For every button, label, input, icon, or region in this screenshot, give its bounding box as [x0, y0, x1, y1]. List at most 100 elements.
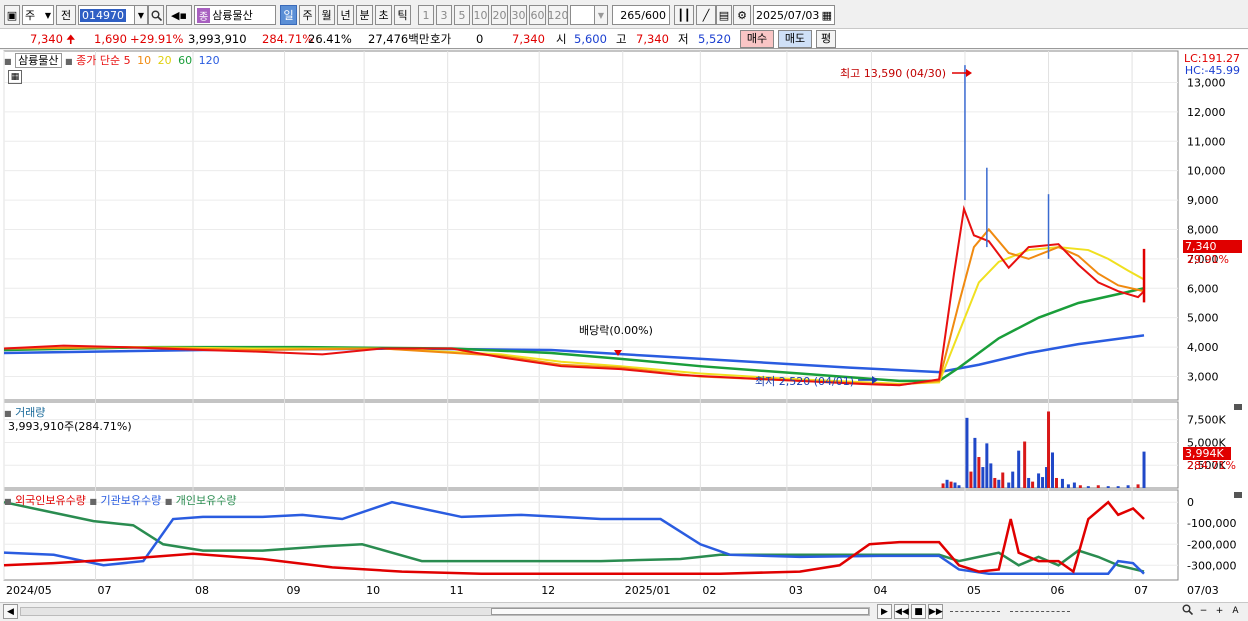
volume-bar — [1116, 486, 1120, 488]
volume-bar — [1096, 485, 1100, 488]
scroll-left-icon[interactable]: ◀ — [3, 604, 18, 619]
x-tick-label: 09 — [287, 584, 301, 597]
volume-bar — [953, 482, 957, 488]
zoom-track[interactable] — [950, 611, 1000, 612]
sell-button[interactable]: 매도 — [778, 30, 812, 48]
trade-amount: 27,476백만 — [368, 32, 430, 46]
timeframe-button-6[interactable]: 틱 — [394, 5, 411, 25]
interval-button-5[interactable]: 30 — [510, 5, 527, 25]
count-field[interactable]: 265/600 — [612, 5, 670, 25]
eval-button[interactable]: 평 — [816, 30, 836, 48]
range-track[interactable] — [1010, 611, 1070, 612]
x-tick-label: 11 — [450, 584, 464, 597]
volume-bar — [1106, 486, 1110, 488]
stock-name-box[interactable]: 종 삼륭물산 — [194, 5, 276, 25]
volume-bar — [997, 479, 1001, 488]
chart-area[interactable]: 2024/05 07 08 09 10 11 12 2025/01 02 03 04 05 06 07 07… — [0, 50, 1248, 602]
current-price: 7,340 — [30, 32, 63, 46]
timeframe-button-2[interactable]: 월 — [318, 5, 335, 25]
price-y-tick: 3,000 — [1187, 370, 1219, 383]
interval-button-7[interactable]: 120 — [548, 5, 569, 25]
holding-legend: ■ 외국인보유수량 ■ 기관보유수량 ■ 개인보유수량 — [4, 492, 237, 508]
price-y-tick: 13,000 — [1187, 76, 1226, 89]
volume-y-tick: 7,500K — [1187, 414, 1226, 427]
search-icon[interactable] — [1180, 604, 1195, 619]
scroll-right-icon[interactable]: ▶ — [877, 604, 892, 619]
gear-icon[interactable]: ⚙ — [733, 5, 751, 25]
timeframe-button-4[interactable]: 분 — [356, 5, 373, 25]
chevron-down-icon: ▼ — [44, 10, 51, 20]
scroll-track[interactable] — [20, 607, 870, 616]
panel-dot-icon: ■ — [89, 497, 97, 506]
x-tick-label: 2024/05 — [6, 584, 52, 597]
ma-line-10 — [3, 227, 1145, 386]
volume-bar — [1041, 477, 1045, 488]
price-y-tick: 4,000 — [1187, 341, 1219, 354]
x-tick-label: 10 — [366, 584, 380, 597]
scroll-thumb[interactable] — [491, 608, 869, 615]
period-type-select[interactable]: 주 ▼ — [22, 5, 54, 25]
panel-dot-icon: ■ — [4, 57, 12, 66]
timeframe-button-5[interactable]: 초 — [375, 5, 392, 25]
current-price-tag: 7,340 — [1183, 240, 1242, 253]
volume-bar — [957, 485, 961, 488]
date-value: 2025/07/03 — [756, 8, 820, 22]
interval-button-1[interactable]: 3 — [436, 5, 452, 25]
draw-tool-icon[interactable]: ╱ — [696, 5, 716, 25]
table-view-icon[interactable]: ▦ — [8, 70, 22, 84]
volume-bar — [989, 463, 993, 488]
price-legend: ■ 삼륭물산 ■ 종가 단순 5 10 20 60 120 — [4, 52, 220, 68]
stock-tag[interactable]: 삼륭물산 — [15, 53, 62, 68]
stock-code-input[interactable]: 014970 — [78, 5, 136, 25]
interval-button-6[interactable]: 60 — [529, 5, 546, 25]
rewind-icon[interactable]: ◀◀ — [894, 604, 909, 619]
save-icon[interactable]: ▤ — [716, 5, 732, 25]
panel-dot-icon: ■ — [65, 57, 73, 66]
search-icon[interactable] — [148, 5, 164, 25]
high-annotation: 최고 13,590 (04/30) — [840, 67, 947, 80]
fast-forward-icon[interactable]: ▶▶ — [928, 604, 943, 619]
stock-name: 삼륭물산 — [212, 9, 253, 22]
up-arrow-icon: 🠉 — [66, 32, 76, 46]
volume-bar — [949, 481, 953, 488]
date-input[interactable]: 2025/07/03 ▦ — [753, 5, 835, 25]
code-dropdown-icon[interactable]: ▼ — [134, 5, 148, 25]
candle-type-icon[interactable]: ┃┃ — [674, 5, 694, 25]
chart-menu-icon[interactable]: ▣ — [4, 5, 20, 25]
volume-bar — [993, 477, 997, 488]
holding-line-1 — [3, 500, 1145, 575]
volume-bar — [965, 417, 969, 488]
zoom-in-icon[interactable]: + — [1212, 604, 1227, 619]
x-tick-label: 12 — [541, 584, 555, 597]
ma-legend-120: 120 — [198, 54, 220, 67]
scroll-bar[interactable]: ◀ ▶ ◀◀ ■ ▶▶ − + A — [0, 602, 1248, 621]
volume-bar — [1051, 452, 1055, 488]
interval-dropdown-icon[interactable]: ▼ — [594, 5, 608, 25]
volume-value: 3,993,910 — [188, 32, 247, 46]
holding-y-tick: 0 — [1187, 496, 1194, 509]
panel-dot-icon: ■ — [4, 497, 12, 506]
timeframe-button-1[interactable]: 주 — [299, 5, 316, 25]
volume-bar — [1027, 477, 1031, 488]
interval-button-4[interactable]: 20 — [491, 5, 508, 25]
calendar-icon: ▦ — [821, 8, 832, 22]
stop-icon[interactable]: ■ — [911, 604, 926, 619]
panel-close-icon — [1234, 404, 1242, 410]
buy-button[interactable]: 매수 — [740, 30, 774, 48]
hoga-price: 7,340 — [512, 32, 545, 46]
interval-button-3[interactable]: 10 — [472, 5, 489, 25]
timeframe-button-3[interactable]: 년 — [337, 5, 354, 25]
volume-bar — [1023, 441, 1027, 488]
prev-button[interactable]: 전 — [56, 5, 76, 25]
font-size-icon[interactable]: A — [1228, 604, 1243, 619]
volume-bar — [1001, 472, 1005, 488]
volume-bar — [941, 483, 945, 488]
timeframe-button-0[interactable]: 일 — [280, 5, 297, 25]
interval-button-2[interactable]: 5 — [454, 5, 470, 25]
volume-bar — [1007, 482, 1011, 488]
zoom-out-icon[interactable]: − — [1196, 604, 1211, 619]
change-value: 1,690 — [94, 32, 127, 46]
current-pct-tag: 29.91% — [1187, 253, 1229, 266]
interval-button-0[interactable]: 1 — [418, 5, 434, 25]
speaker-icon[interactable]: ◀▪ — [166, 5, 192, 25]
